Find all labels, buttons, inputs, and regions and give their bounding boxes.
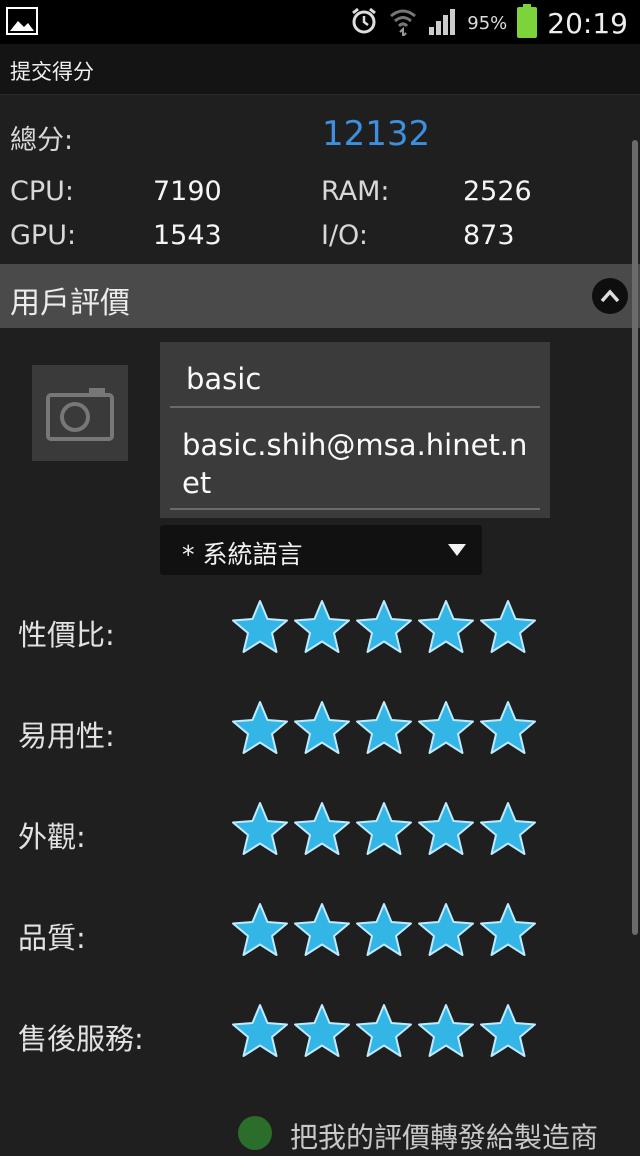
gallery-icon xyxy=(6,7,38,39)
star-icon[interactable] xyxy=(416,1002,476,1062)
page-title: 提交得分 xyxy=(10,60,94,84)
star-icon[interactable] xyxy=(416,598,476,658)
alarm-icon xyxy=(349,6,379,40)
signal-icon xyxy=(427,7,457,39)
io-score: 873 xyxy=(463,220,515,251)
star-icon[interactable] xyxy=(230,1002,290,1062)
name-field[interactable]: basic xyxy=(170,350,540,408)
rating-label: 外觀: xyxy=(18,820,86,854)
user-info-form: basic basic.shih@msa.hinet.net xyxy=(160,342,550,518)
rating-stars[interactable] xyxy=(230,699,538,759)
chevron-up-icon xyxy=(600,289,620,303)
star-icon[interactable] xyxy=(354,699,414,759)
star-icon[interactable] xyxy=(478,699,538,759)
rating-stars[interactable] xyxy=(230,1002,538,1062)
rating-stars[interactable] xyxy=(230,901,538,961)
star-icon[interactable] xyxy=(292,699,352,759)
avatar-photo-button[interactable] xyxy=(32,365,128,461)
rating-row: 售後服務: xyxy=(0,1002,640,1072)
ram-label: RAM: xyxy=(321,176,390,207)
total-label: 總分: xyxy=(10,125,74,156)
io-label: I/O: xyxy=(321,220,368,251)
star-icon[interactable] xyxy=(230,901,290,961)
rating-row: 外觀: xyxy=(0,800,640,870)
star-icon[interactable] xyxy=(354,1002,414,1062)
rating-row: 易用性: xyxy=(0,699,640,769)
star-icon[interactable] xyxy=(230,699,290,759)
clock: 20:19 xyxy=(547,6,628,40)
star-icon[interactable] xyxy=(354,598,414,658)
star-icon[interactable] xyxy=(478,800,538,860)
star-icon[interactable] xyxy=(416,800,476,860)
star-icon[interactable] xyxy=(478,901,538,961)
star-icon[interactable] xyxy=(416,901,476,961)
star-icon[interactable] xyxy=(230,598,290,658)
rating-row: 性價比: xyxy=(0,598,640,668)
star-icon[interactable] xyxy=(416,699,476,759)
wifi-icon xyxy=(389,6,417,40)
title-bar: 提交得分 xyxy=(0,44,640,95)
total-score: 12132 xyxy=(322,114,431,154)
check-icon[interactable] xyxy=(238,1116,272,1150)
rating-label: 性價比: xyxy=(18,618,115,652)
star-icon[interactable] xyxy=(478,598,538,658)
battery-icon xyxy=(517,4,538,42)
star-icon[interactable] xyxy=(292,1002,352,1062)
language-select[interactable]: * 系統語言 xyxy=(160,525,482,575)
language-select-value: * 系統語言 xyxy=(182,540,303,569)
star-icon[interactable] xyxy=(478,1002,538,1062)
share-to-manufacturer-label: 把我的評價轉發給製造商 xyxy=(290,1121,599,1154)
review-section-title: 用戶評價 xyxy=(10,286,130,321)
email-field[interactable]: basic.shih@msa.hinet.net xyxy=(170,420,540,510)
ram-score: 2526 xyxy=(463,176,532,207)
cpu-label: CPU: xyxy=(10,176,74,207)
status-bar: 95% 20:19 xyxy=(0,0,640,44)
gpu-score: 1543 xyxy=(153,220,222,251)
score-summary: 總分: 12132 CPU: 7190 RAM: 2526 GPU: 1543 … xyxy=(0,94,640,264)
star-icon[interactable] xyxy=(292,598,352,658)
scrollbar[interactable] xyxy=(632,140,638,935)
rating-stars[interactable] xyxy=(230,800,538,860)
collapse-button[interactable] xyxy=(592,278,628,314)
star-icon[interactable] xyxy=(292,800,352,860)
star-icon[interactable] xyxy=(354,800,414,860)
name-field-value: basic xyxy=(186,362,262,396)
battery-percent: 95% xyxy=(467,12,508,34)
rating-stars[interactable] xyxy=(230,598,538,658)
rating-row: 品質: xyxy=(0,901,640,971)
dropdown-arrow-icon xyxy=(448,544,466,556)
email-field-value: basic.shih@msa.hinet.net xyxy=(182,428,528,500)
review-section-header[interactable]: 用戶評價 xyxy=(0,264,640,328)
star-icon[interactable] xyxy=(230,800,290,860)
star-icon[interactable] xyxy=(292,901,352,961)
rating-label: 品質: xyxy=(18,921,86,955)
gpu-label: GPU: xyxy=(10,220,77,251)
rating-label: 易用性: xyxy=(18,719,115,753)
star-icon[interactable] xyxy=(354,901,414,961)
camera-icon xyxy=(46,388,114,441)
cpu-score: 7190 xyxy=(153,176,222,207)
rating-label: 售後服務: xyxy=(18,1022,144,1056)
